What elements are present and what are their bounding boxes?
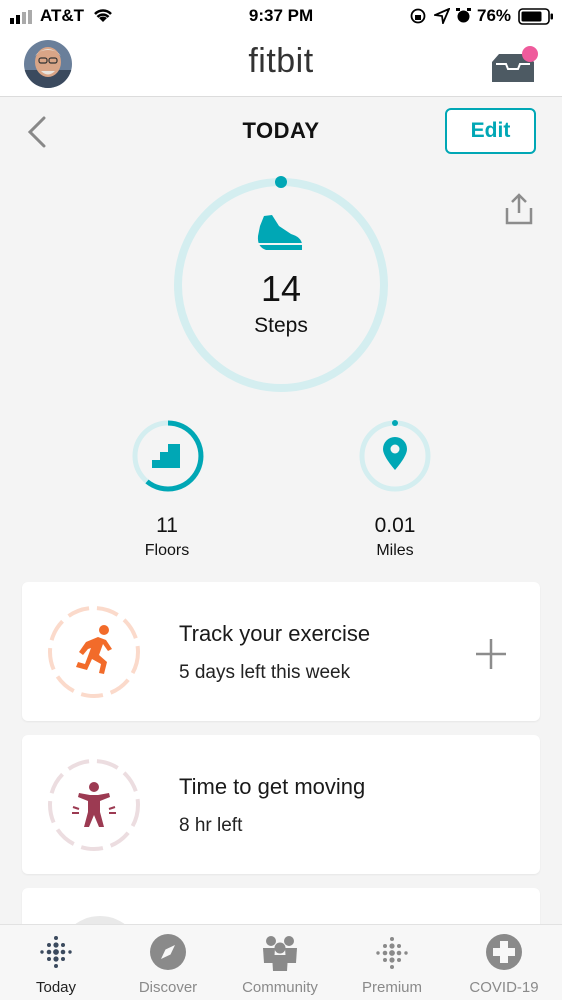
steps-label: Steps [254,314,308,337]
premium-icon [376,937,408,969]
stairs-icon [152,444,180,468]
floors-progress-ring[interactable] [130,418,206,494]
location-icon [434,8,450,24]
fitbit-logo: fitbit [248,42,314,80]
alarm-icon [456,8,471,23]
card-subtitle: 8 hr left [179,815,243,836]
steps-count: 14 [260,268,302,309]
nav-community[interactable]: Community [224,925,336,1000]
floors-label: Floors [144,542,190,559]
miles-value: 0.01 [374,514,416,537]
inbox-button[interactable] [490,46,538,86]
exercise-card[interactable]: Track your exercise 5 days left this wee… [22,582,540,721]
battery-icon [518,8,553,25]
nav-covid-19[interactable]: COVID-19 [448,925,560,1000]
miles-progress-ring[interactable] [357,418,433,494]
miles-label: Miles [376,542,414,559]
notification-dot [522,46,538,62]
location-pin-icon [383,437,407,470]
exercise-ring [48,606,140,698]
running-person-icon [76,625,112,674]
nav-label: Community [242,979,318,996]
compass-icon [150,934,186,970]
edit-button[interactable]: Edit [445,108,536,154]
floors-value: 11 [156,514,178,537]
status-bar: AT&T 9:37 PM 76% [0,0,562,32]
nav-label: Premium [361,979,422,996]
orientation-lock-icon [410,8,426,24]
inbox-icon [492,46,538,82]
moving-ring [48,759,140,851]
share-button[interactable] [502,192,536,226]
stretching-person-icon [72,782,116,827]
share-icon [505,193,533,225]
nav-today[interactable]: Today [0,925,112,1000]
add-exercise-button[interactable] [474,637,508,671]
moving-card[interactable]: Time to get moving 8 hr left [22,735,540,874]
nav-discover[interactable]: Discover [112,925,224,1000]
community-icon [263,936,297,971]
nav-label: COVID-19 [469,979,539,996]
nav-label: Today [35,979,77,996]
bottom-nav: Today Discover Community Premium COVID-1… [0,924,562,1000]
battery-percent: 76% [477,6,512,25]
today-icon [40,936,72,968]
card-title: Time to get moving [179,774,366,799]
card-subtitle: 5 days left this week [179,662,351,683]
nav-premium[interactable]: Premium [336,925,448,1000]
nav-label: Discover [138,979,198,996]
shoe-icon [257,215,302,250]
medical-cross-icon [486,934,522,970]
app-header: fitbit [0,32,562,97]
card-title: Track your exercise [179,621,371,646]
